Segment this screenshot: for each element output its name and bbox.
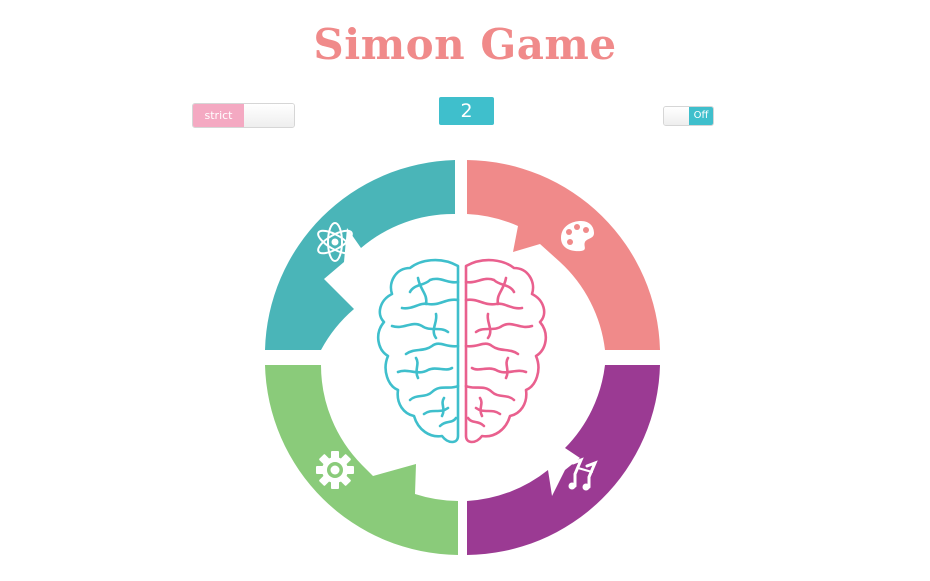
brain-left-hemisphere: [376, 258, 460, 444]
pad-teal[interactable]: [265, 160, 455, 350]
gear-icon: [316, 451, 354, 489]
brain-icon: [376, 258, 548, 444]
pad-red[interactable]: [467, 160, 660, 350]
simon-board: [265, 160, 660, 555]
brain-right-hemisphere: [464, 258, 548, 444]
